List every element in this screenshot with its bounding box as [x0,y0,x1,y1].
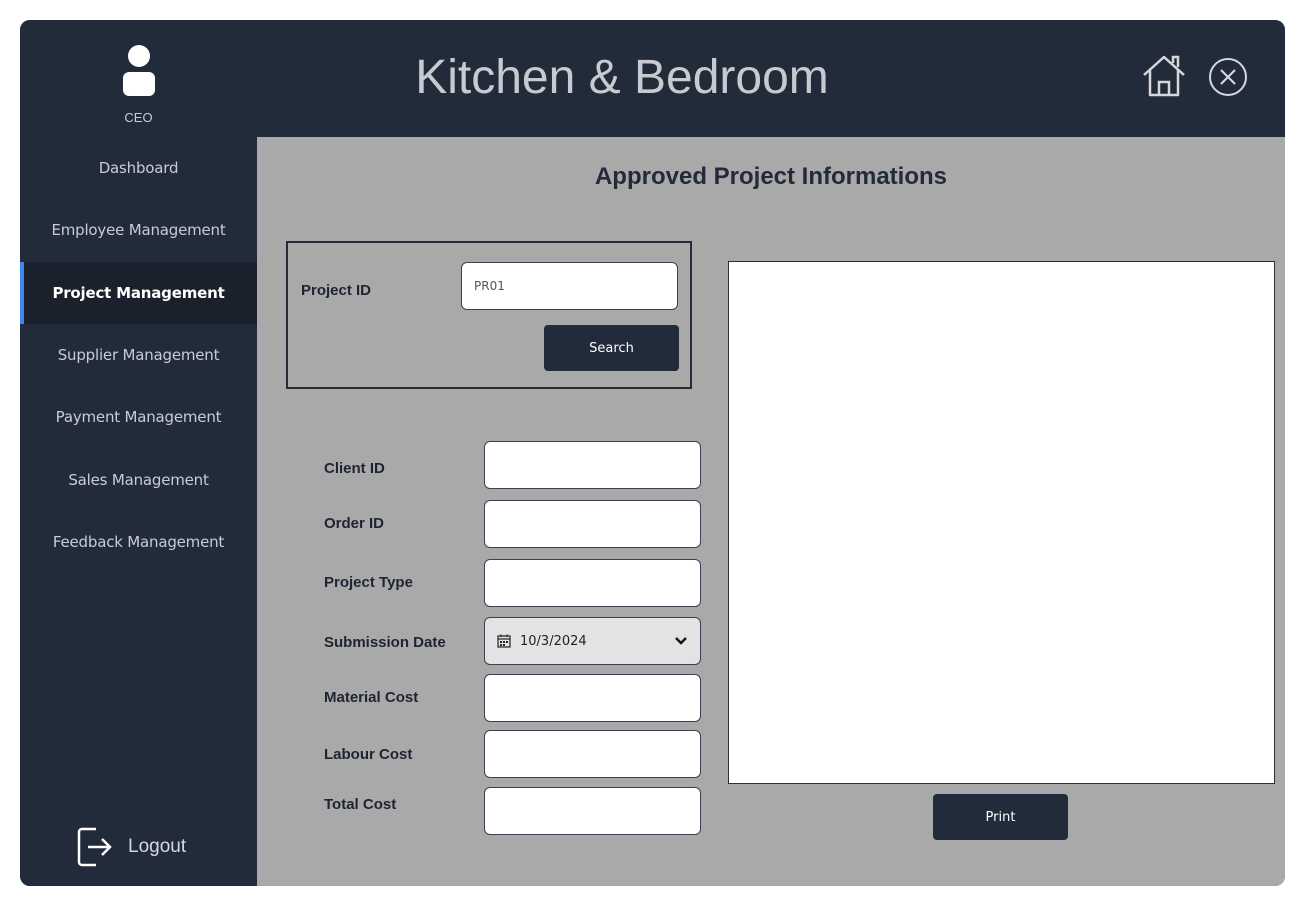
sidebar-item-project-management[interactable]: Project Management [20,262,257,324]
sidebar-item-label: Project Management [52,284,225,302]
page-title: Approved Project Informations [594,163,948,190]
submission-date-value: 10/3/2024 [520,633,587,649]
calendar-icon [497,634,511,648]
total-cost-input[interactable] [484,787,701,835]
user-role: CEO [124,110,153,125]
logout-label: Logout [128,836,187,857]
sidebar-item-payment-management[interactable]: Payment Management [20,386,257,448]
sidebar-item-label: Feedback Management [52,533,225,551]
sidebar-item-supplier-management[interactable]: Supplier Management [20,324,257,386]
search-panel: Project ID Search [286,241,692,389]
sidebar-item-sales-management[interactable]: Sales Management [20,449,257,511]
labour-cost-label: Labour Cost [324,746,413,763]
project-type-input[interactable] [484,559,701,607]
labour-cost-input[interactable] [484,730,701,778]
chevron-down-icon [675,637,687,645]
total-cost-label: Total Cost [324,796,397,813]
report-preview [728,261,1275,784]
print-button[interactable]: Print [933,794,1068,840]
submission-date-label: Submission Date [324,634,446,651]
submission-date-picker[interactable]: 10/3/2024 [484,617,701,665]
sidebar-item-dashboard[interactable]: Dashboard [20,137,257,199]
project-id-input[interactable] [461,262,678,310]
close-circle-icon[interactable] [1208,57,1248,97]
app-window: CEO Dashboard Employee Management Projec… [20,20,1285,886]
sidebar-item-label: Supplier Management [57,346,220,364]
client-id-label: Client ID [324,460,385,477]
user-profile: CEO [20,20,257,137]
sidebar-item-label: Dashboard [98,159,179,177]
sidebar-item-label: Employee Management [51,221,226,239]
home-icon[interactable] [1140,51,1188,99]
material-cost-input[interactable] [484,674,701,722]
project-id-label: Project ID [301,282,372,299]
search-button[interactable]: Search [544,325,679,371]
sidebar-item-label: Sales Management [68,471,209,489]
order-id-label: Order ID [324,515,385,532]
sidebar-item-label: Payment Management [55,408,222,426]
order-id-input[interactable] [484,500,701,548]
main-content: Approved Project Informations Project ID… [257,137,1285,886]
project-type-label: Project Type [324,574,413,591]
logout-icon [77,827,112,867]
app-title: Kitchen & Bedroom [415,51,829,104]
client-id-input[interactable] [484,441,701,489]
logout-button[interactable]: Logout [76,825,186,869]
sidebar-item-employee-management[interactable]: Employee Management [20,199,257,261]
header: Kitchen & Bedroom [257,20,1285,137]
sidebar: CEO Dashboard Employee Management Projec… [20,20,257,886]
material-cost-label: Material Cost [324,689,419,706]
sidebar-item-feedback-management[interactable]: Feedback Management [20,511,257,573]
user-avatar-icon [123,45,155,96]
